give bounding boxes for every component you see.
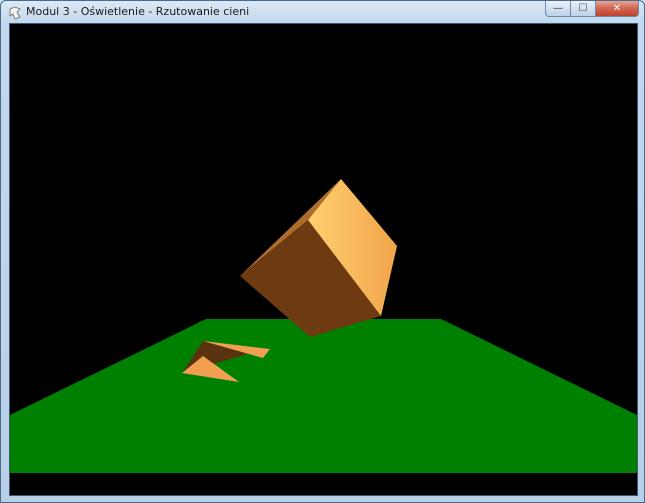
minimize-button[interactable]: — bbox=[545, 1, 571, 17]
minimize-icon: — bbox=[553, 2, 563, 14]
window-title: Modul 3 - Oświetlenie - Rzutowanie cieni bbox=[26, 5, 250, 18]
application-window: Modul 3 - Oświetlenie - Rzutowanie cieni… bbox=[0, 0, 645, 503]
close-button[interactable]: ✕ bbox=[596, 1, 639, 17]
opengl-scene bbox=[10, 24, 637, 495]
close-icon: ✕ bbox=[612, 2, 622, 14]
maximize-icon: ☐ bbox=[578, 2, 588, 14]
render-viewport[interactable] bbox=[9, 23, 638, 496]
title-bar[interactable]: Modul 3 - Oświetlenie - Rzutowanie cieni… bbox=[1, 1, 644, 23]
maximize-button[interactable]: ☐ bbox=[571, 1, 596, 17]
window-controls: — ☐ ✕ bbox=[545, 1, 639, 17]
opengl-app-icon[interactable] bbox=[8, 5, 22, 20]
